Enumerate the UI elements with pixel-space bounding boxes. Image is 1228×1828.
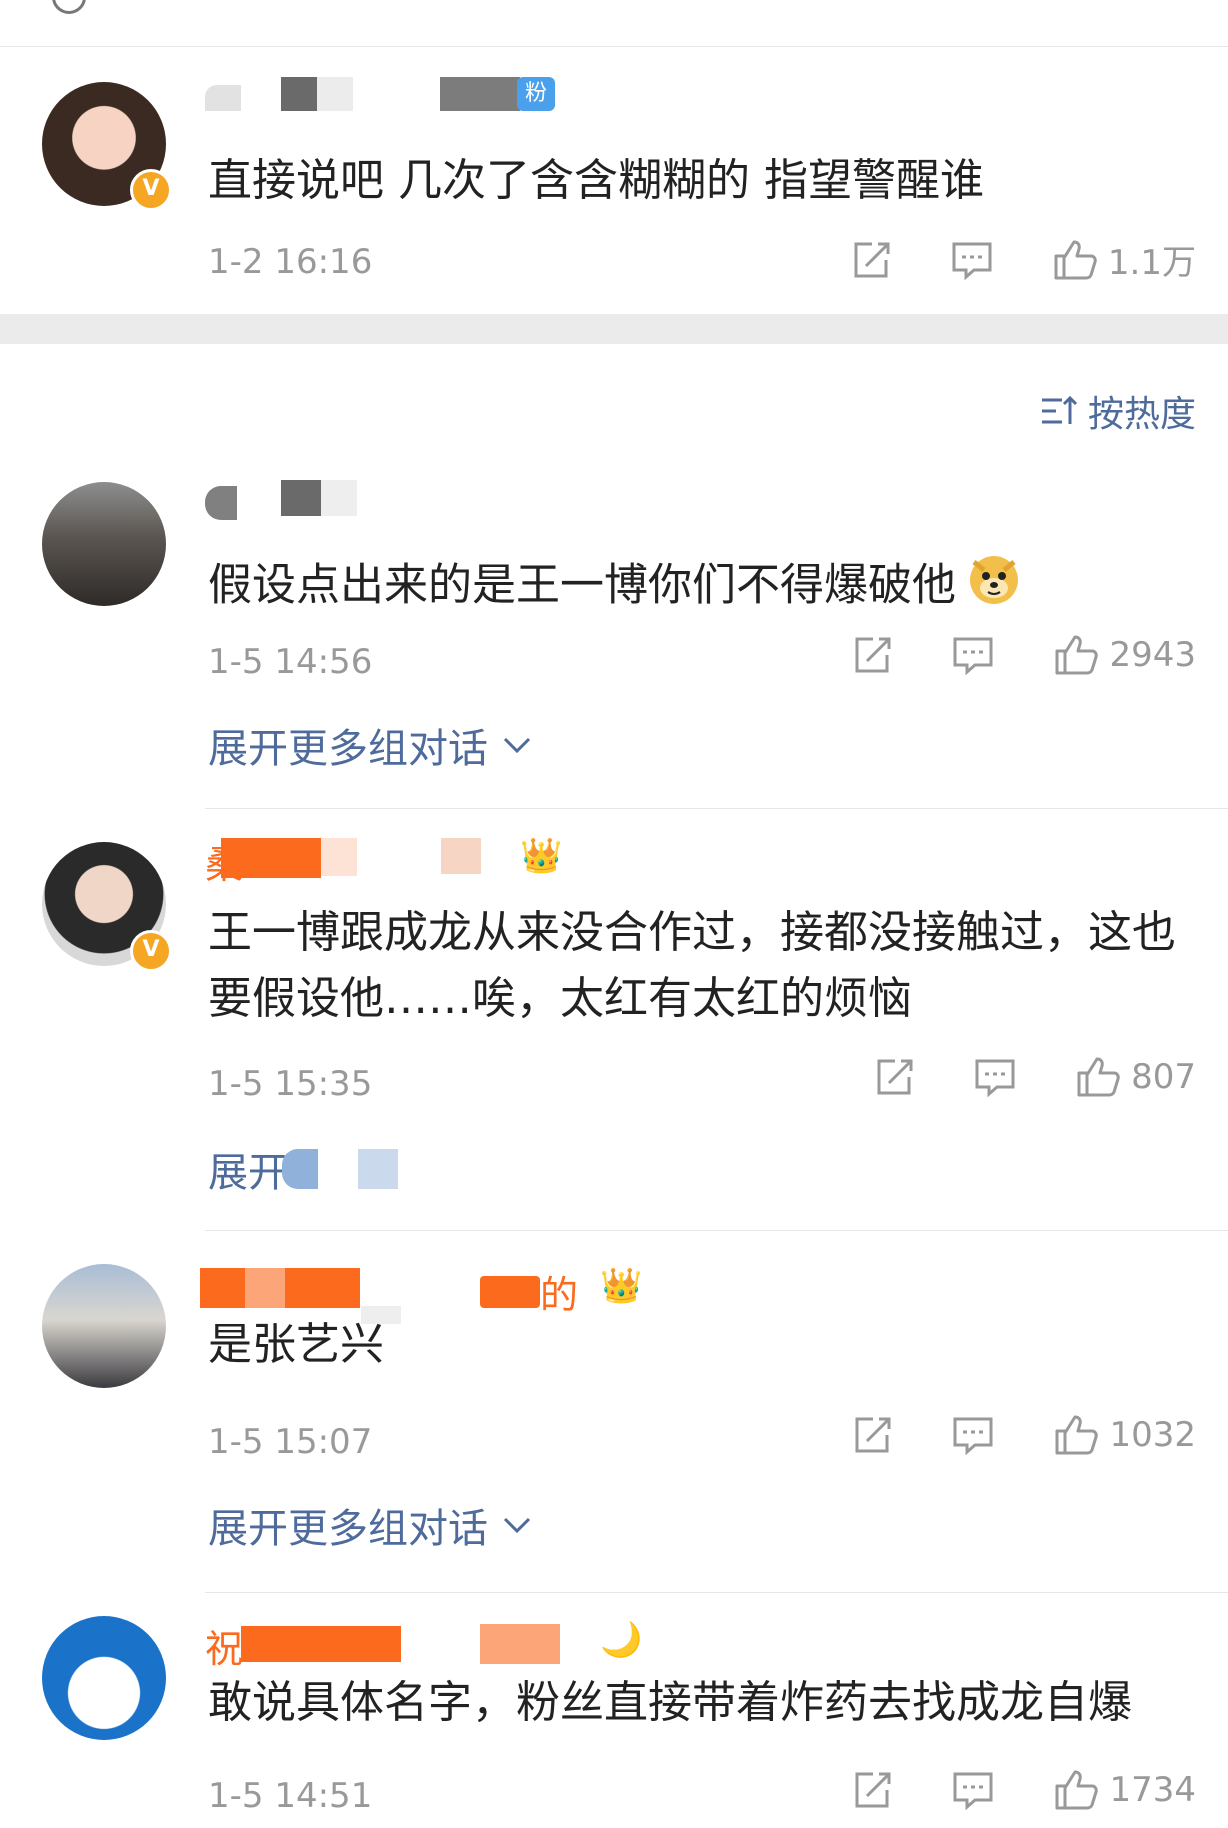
like-button[interactable]: 1734	[1053, 1768, 1196, 1812]
repost-icon	[855, 1772, 891, 1808]
comment-button[interactable]	[950, 240, 994, 280]
verified-badge-icon: V	[130, 930, 172, 972]
comment-button[interactable]	[951, 1415, 995, 1455]
username-redacted[interactable]: 粉	[205, 77, 585, 117]
divider	[205, 1592, 1228, 1593]
username-redacted[interactable]: 祝 🌙	[205, 1620, 642, 1671]
comment-icon	[953, 637, 993, 675]
comment-actions: 807	[873, 1055, 1196, 1099]
comment-actions: 1734	[851, 1768, 1196, 1812]
comment-time: 1-5 14:56	[208, 642, 373, 682]
comment-button[interactable]	[973, 1057, 1017, 1097]
repost-icon	[877, 1059, 913, 1095]
crown-icon: 👑	[520, 836, 563, 876]
like-count: 1734	[1109, 1770, 1196, 1810]
expand-conversation-link[interactable]: 展开更多组对话	[208, 1496, 532, 1554]
comment-item: 的 👑 是张艺兴 1-5 15:07 1032 展开更多组对话	[0, 1252, 1228, 1592]
comment-actions: 1032	[851, 1413, 1196, 1457]
like-count: 2943	[1109, 635, 1196, 675]
crown-icon: 🌙	[600, 1620, 643, 1660]
comment-icon	[975, 1059, 1015, 1097]
comment-icon	[952, 242, 992, 280]
repost-icon	[854, 242, 890, 277]
like-count: 807	[1131, 1057, 1196, 1097]
comment-actions: 1.1万	[850, 235, 1196, 284]
username-redacted[interactable]: 桑 👑	[205, 836, 605, 887]
sort-button[interactable]: 按热度	[1040, 385, 1196, 437]
comment-icon	[953, 1417, 993, 1455]
comment-time: 1-2 16:16	[208, 242, 373, 282]
comment-text: 直接说吧 几次了含含糊糊的 指望警醒谁	[208, 155, 984, 206]
repost-icon	[855, 637, 891, 673]
verified-badge-icon: V	[130, 169, 172, 211]
thumbs-up-icon	[1055, 1415, 1099, 1455]
avatar[interactable]	[42, 482, 166, 606]
like-count: 1.1万	[1107, 243, 1196, 283]
sort-icon	[1041, 395, 1078, 424]
like-count: 1032	[1109, 1415, 1196, 1455]
comment-text: 是张艺兴	[208, 1319, 384, 1370]
like-button[interactable]: 1.1万	[1052, 235, 1196, 284]
comment-time: 1-5 14:51	[208, 1776, 373, 1816]
avatar[interactable]	[42, 1616, 166, 1740]
comment-item: V 桑 👑 王一博跟成龙从来没合作过，接都没接触过，这也要假设他……唉，太红有太…	[0, 830, 1228, 1210]
comment-time: 1-5 15:35	[208, 1064, 373, 1104]
like-button[interactable]: 1032	[1053, 1413, 1196, 1457]
thumbs-up-icon	[1054, 240, 1097, 279]
thumbs-up-icon	[1055, 1770, 1099, 1810]
repost-icon	[855, 1417, 891, 1453]
repost-button[interactable]	[851, 635, 893, 675]
thumbs-up-icon	[1077, 1057, 1120, 1097]
divider	[205, 1230, 1228, 1231]
comment-time: 1-5 15:07	[208, 1422, 373, 1462]
sort-label: 按热度	[1087, 394, 1196, 435]
username-redacted[interactable]	[205, 480, 405, 520]
chevron-down-icon	[503, 1517, 531, 1534]
comment-icon	[953, 1772, 993, 1810]
comment-text: 敢说具体名字，粉丝直接带着炸药去找成龙自爆	[208, 1677, 1132, 1728]
doge-emoji	[966, 550, 1022, 625]
top-bar: ⋯	[0, 0, 1228, 47]
back-icon[interactable]	[52, 0, 86, 14]
divider	[205, 808, 1228, 809]
crown-icon: 👑	[600, 1266, 643, 1306]
comment-item: 假设点出来的是王一博你们不得爆破他 1-5 14:56 2943 展开更多组对话	[0, 470, 1228, 800]
comment-text: 王一博跟成龙从来没合作过，接都没接触过，这也要假设他……唉，太红有太红的烦恼	[208, 907, 1176, 1024]
comment-text: 假设点出来的是王一博你们不得爆破他	[208, 550, 1198, 625]
like-button[interactable]: 807	[1075, 1055, 1196, 1099]
more-icon[interactable]: ⋯	[1156, 0, 1192, 15]
thumbs-up-icon	[1055, 635, 1099, 675]
fan-badge: 粉	[517, 77, 556, 111]
repost-button[interactable]	[851, 1415, 893, 1455]
comment-item: 祝 🌙 敢说具体名字，粉丝直接带着炸药去找成龙自爆 1-5 14:51 1734	[0, 1606, 1228, 1828]
expand-conversation-link[interactable]: 展开	[208, 1140, 398, 1198]
comment-actions: 2943	[851, 633, 1196, 677]
comment-button[interactable]	[951, 1770, 995, 1810]
repost-button[interactable]	[850, 240, 892, 280]
chevron-down-icon	[503, 737, 531, 754]
expand-conversation-link[interactable]: 展开更多组对话	[208, 716, 532, 774]
section-separator	[0, 314, 1228, 344]
comment-button[interactable]	[951, 635, 995, 675]
pinned-comment: V 粉 直接说吧 几次了含含糊糊的 指望警醒谁 1-2 16:16 1.1万	[0, 47, 1228, 314]
like-button[interactable]: 2943	[1053, 633, 1196, 677]
avatar[interactable]	[42, 1264, 166, 1388]
repost-button[interactable]	[851, 1770, 893, 1810]
username-redacted[interactable]: 的 👑	[200, 1266, 665, 1324]
repost-button[interactable]	[873, 1057, 915, 1097]
